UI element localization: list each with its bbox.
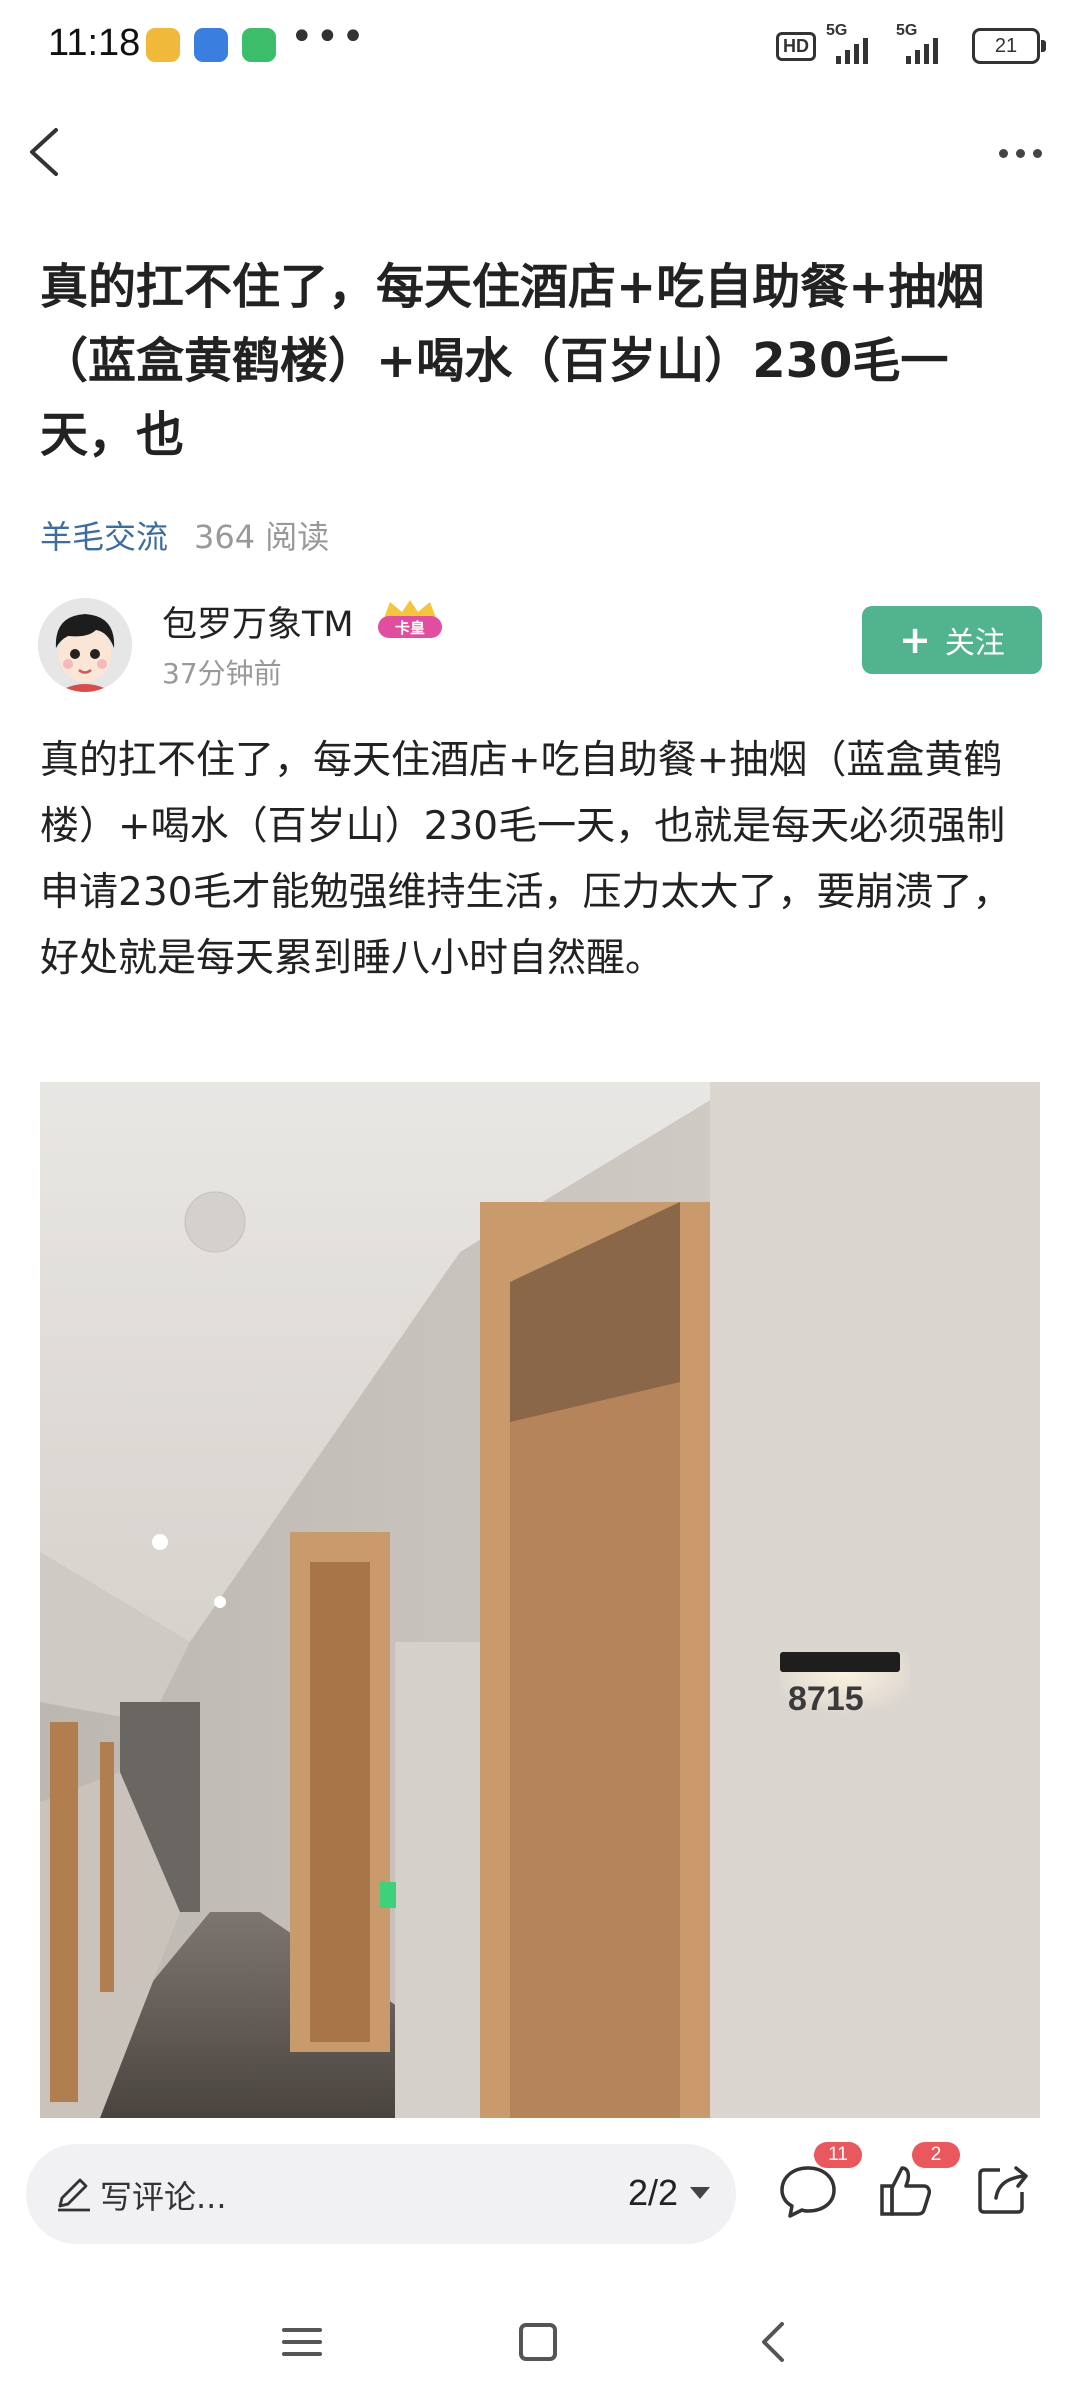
post-meta: 羊毛交流 364 阅读 [40,512,329,558]
room-number: 8715 [788,1680,864,1718]
caret-down-icon [690,2187,710,2199]
comment-count-badge: 11 [814,2142,862,2168]
status-icons: HD 5G 5G 21 [776,22,1046,68]
status-time: 11:18 [48,22,141,64]
like-count-badge: 2 [912,2142,960,2168]
post-image[interactable]: 8715 [40,1082,1040,2118]
category-link[interactable]: 羊毛交流 [40,512,168,558]
avatar[interactable] [38,598,132,692]
comment-placeholder: 写评论... [100,2178,227,2216]
plus-icon: + [899,618,931,662]
share-icon [978,2166,1028,2214]
notes-app-icon [146,28,180,62]
comment-input[interactable]: 写评论... 2/2 [26,2144,736,2244]
page-indicator-label: 2/2 [627,2172,678,2213]
battery-icon: 21 [972,28,1046,64]
top-nav-bar [0,100,1080,204]
page-selector[interactable]: 2/2 [628,2172,710,2214]
share-button[interactable] [974,2160,1034,2220]
square-icon [519,2323,557,2361]
bottom-action-bar: 写评论... 2/2 11 2 [0,2118,1080,2278]
read-count: 364 阅读 [194,518,330,556]
post-time: 37分钟前 [162,657,282,690]
post-body: 真的扛不住了，每天住酒店+吃自助餐+抽烟（蓝盒黄鹤楼）+喝水（百岁山）230毛一… [40,738,1012,981]
home-button[interactable] [508,2312,568,2372]
hotel-corridor-photo: 8715 [40,1082,1040,2118]
signal-1-icon: 5G [826,22,886,66]
back-button[interactable] [20,122,70,182]
avatar-image [38,598,132,692]
comment-icon [780,2166,836,2218]
security-app-icon [242,28,276,62]
triangle-back-icon [762,2322,784,2362]
follow-label: 关注 [944,626,1005,661]
comment-button[interactable]: 11 [778,2142,862,2220]
system-back-button[interactable] [744,2312,804,2372]
crown-badge: 卡皇 [374,598,446,642]
thumbs-up-icon [880,2166,931,2216]
system-navigation-bar [0,2278,1080,2400]
author-row: 包罗万象TM 卡皇 37分钟前 + 关注 [38,596,1042,696]
hd-icon: HD [776,31,816,61]
follow-button[interactable]: + 关注 [862,606,1042,674]
post-title: 真的扛不住了，每天住酒店+吃自助餐+抽烟（蓝盒黄鹤楼）+喝水（百岁山）230毛一… [40,259,985,463]
more-horizontal-icon [998,148,1008,158]
menu-icon [282,2328,322,2356]
signal-2-icon: 5G [896,22,956,66]
status-bar: 11:18 ••• HD 5G 5G 21 [0,0,1080,92]
author-name[interactable]: 包罗万象TM [162,596,354,647]
recent-apps-button[interactable] [272,2312,332,2372]
calendar-app-icon [194,28,228,62]
chevron-left-icon [30,128,58,176]
crown-icon: 卡皇 [378,600,442,638]
like-button[interactable]: 2 [876,2142,960,2220]
more-notifications-icon: ••• [290,14,367,60]
pencil-icon [58,2178,90,2212]
more-button[interactable] [990,128,1050,178]
crown-badge-label: 卡皇 [395,619,425,637]
